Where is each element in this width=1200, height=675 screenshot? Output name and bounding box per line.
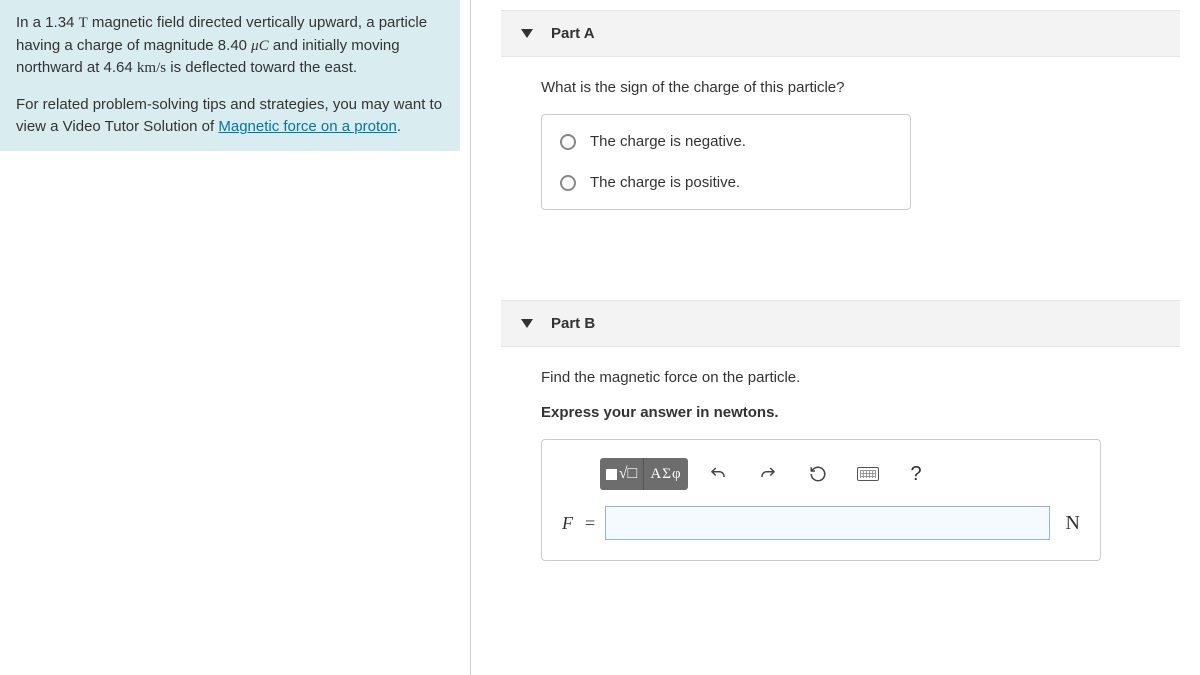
- problem-text-1: In a 1.34 T magnetic field directed vert…: [16, 12, 444, 80]
- caret-down-icon: [521, 29, 533, 38]
- undo-icon: [709, 465, 727, 483]
- part-b-question: Find the magnetic force on the particle.: [541, 369, 1140, 386]
- part-a-question: What is the sign of the charge of this p…: [541, 79, 1140, 96]
- answer-box: √□ ΑΣφ ? F =: [541, 439, 1101, 561]
- video-tutor-link[interactable]: Magnetic force on a proton: [218, 118, 396, 135]
- part-b-title: Part B: [551, 315, 595, 332]
- caret-down-icon: [521, 319, 533, 328]
- reset-button[interactable]: [798, 458, 838, 490]
- answer-input[interactable]: [605, 506, 1049, 540]
- problem-text-2: For related problem-solving tips and str…: [16, 94, 444, 139]
- equation-toolbar: √□ ΑΣφ ?: [562, 458, 1080, 490]
- toolbar-group: √□ ΑΣφ: [600, 458, 688, 490]
- option-negative[interactable]: The charge is negative.: [542, 121, 910, 162]
- templates-button[interactable]: √□: [600, 458, 644, 490]
- redo-button[interactable]: [748, 458, 788, 490]
- unit-label: N: [1066, 512, 1080, 535]
- part-a-header[interactable]: Part A: [501, 10, 1180, 57]
- square-icon: [606, 469, 617, 480]
- part-b-header[interactable]: Part B: [501, 300, 1180, 347]
- redo-icon: [759, 465, 777, 483]
- unit-kms: km/s: [137, 60, 166, 76]
- unit-microcoulomb: μC: [251, 38, 269, 54]
- part-b-body: Find the magnetic force on the particle.…: [501, 347, 1180, 591]
- option-label: The charge is positive.: [590, 174, 740, 191]
- greek-button[interactable]: ΑΣφ: [644, 458, 688, 490]
- keyboard-icon: [857, 467, 879, 481]
- root-icon: √□: [619, 465, 637, 483]
- part-a-title: Part A: [551, 25, 595, 42]
- greek-icon: ΑΣφ: [650, 466, 681, 483]
- undo-button[interactable]: [698, 458, 738, 490]
- vertical-divider: [470, 0, 471, 675]
- part-a-options: The charge is negative. The charge is po…: [541, 114, 911, 210]
- radio-icon: [560, 175, 576, 191]
- keyboard-button[interactable]: [848, 458, 888, 490]
- part-a-body: What is the sign of the charge of this p…: [501, 57, 1180, 240]
- equals-sign: =: [585, 513, 595, 534]
- text: In a 1.34: [16, 14, 79, 31]
- problem-statement: In a 1.34 T magnetic field directed vert…: [0, 0, 460, 151]
- radio-icon: [560, 134, 576, 150]
- option-label: The charge is negative.: [590, 133, 746, 150]
- answer-input-row: F = N: [562, 506, 1080, 540]
- unit-tesla: T: [79, 15, 88, 31]
- option-positive[interactable]: The charge is positive.: [542, 162, 910, 203]
- text: is deflected toward the east.: [166, 59, 357, 76]
- text: .: [397, 118, 401, 135]
- part-b-instruction: Express your answer in newtons.: [541, 404, 1140, 421]
- reset-icon: [809, 465, 827, 483]
- help-button[interactable]: ?: [898, 458, 934, 490]
- variable-label: F: [562, 513, 573, 534]
